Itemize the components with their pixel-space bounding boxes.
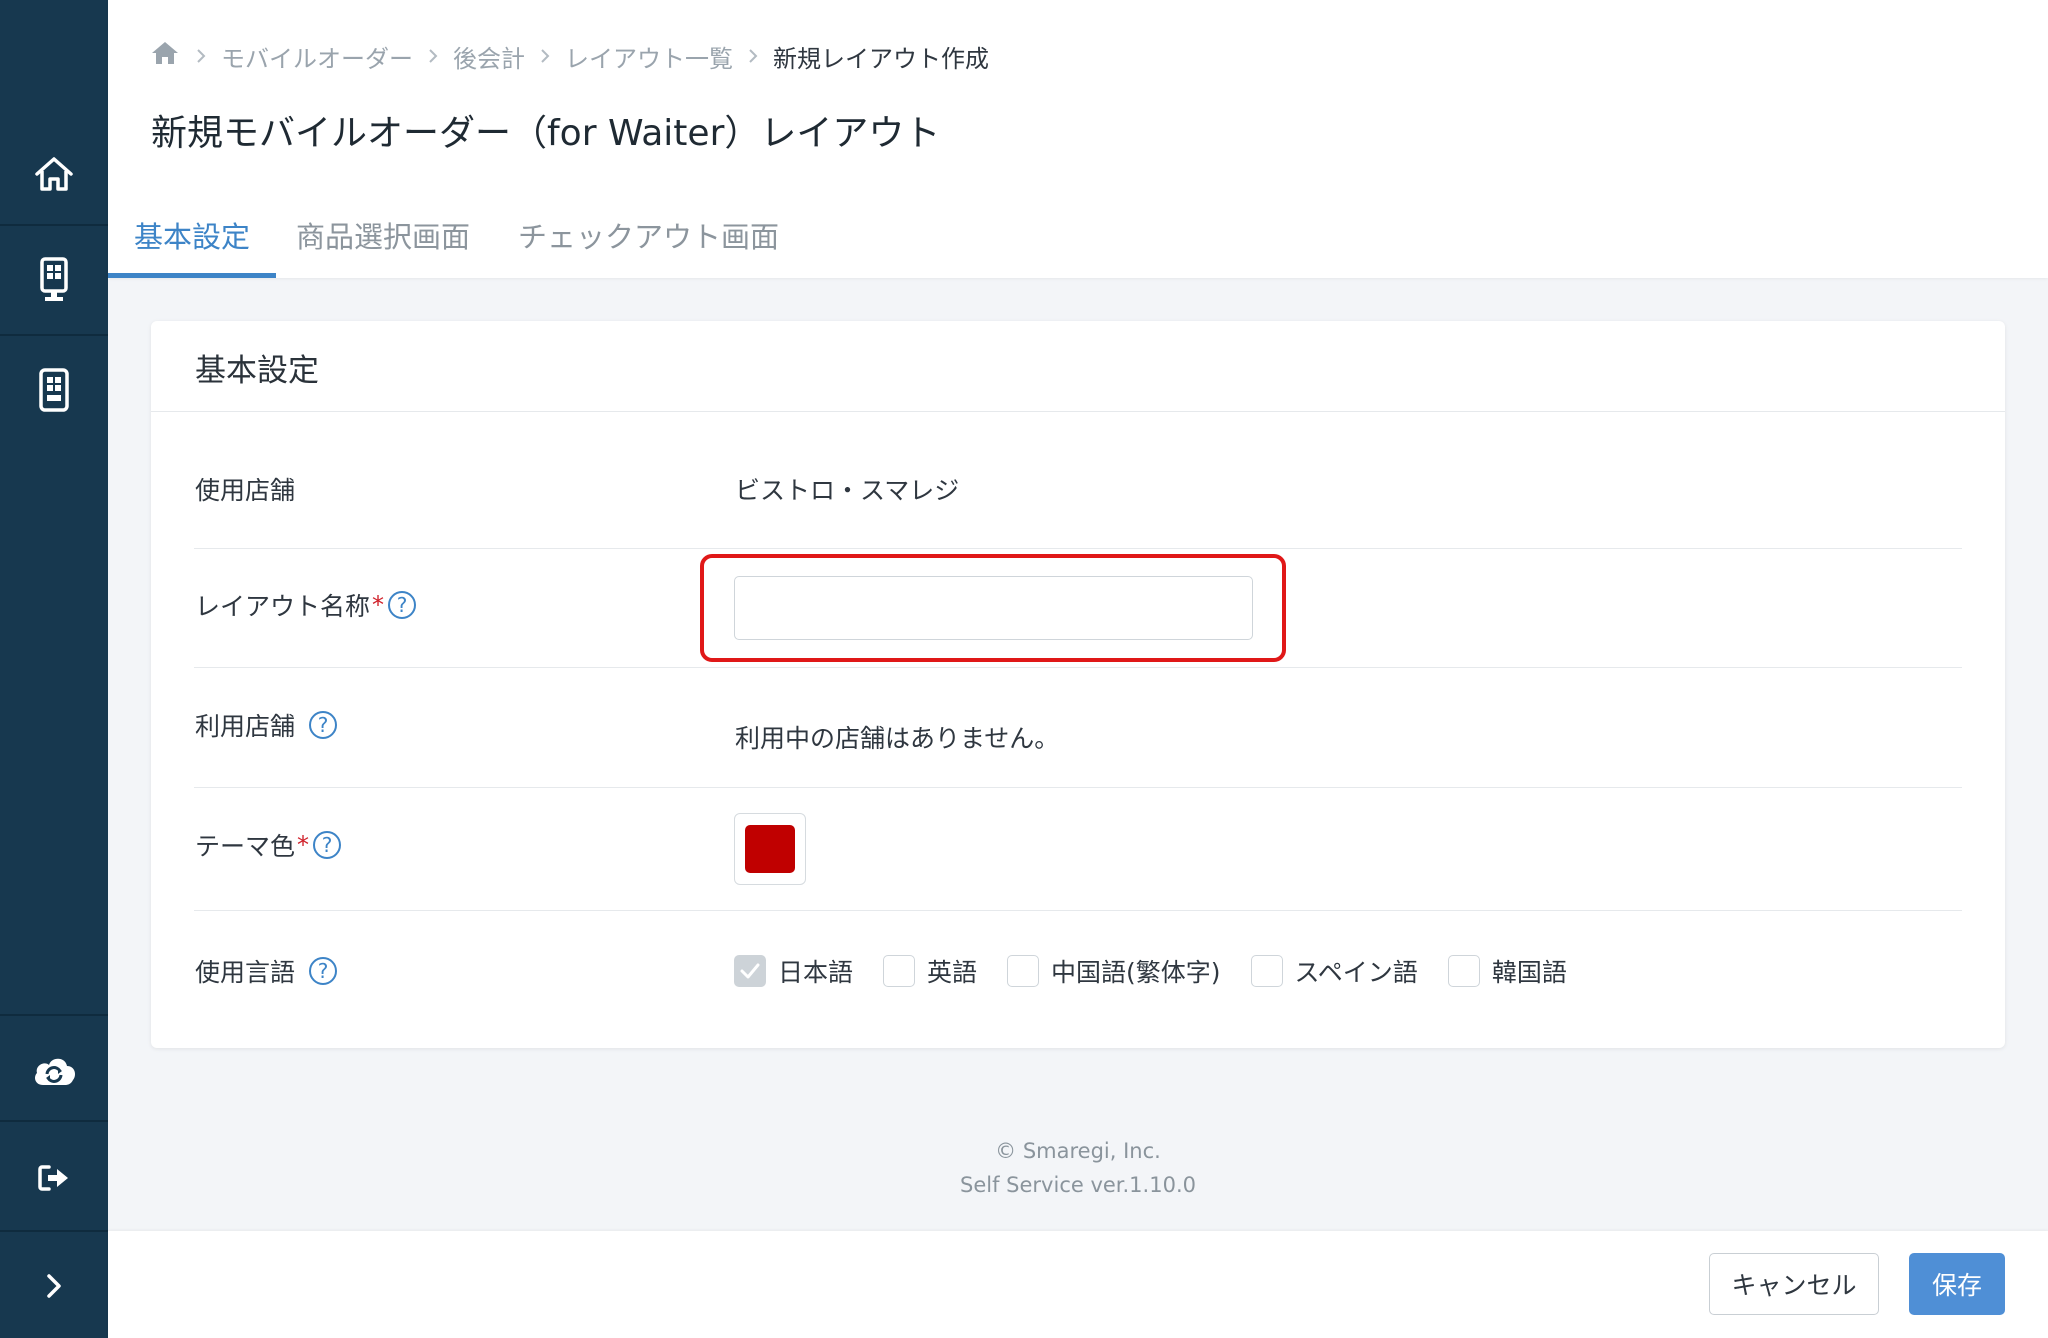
footer: © Smaregi, Inc. Self Service ver.1.10.0 [108,1134,2048,1202]
sidebar-divider [0,1230,108,1232]
card-title: 基本設定 [195,353,319,389]
sidebar [0,0,108,1338]
breadcrumb-home[interactable] [151,41,181,71]
sidebar-divider [0,1014,108,1016]
sidebar-divider [0,1120,108,1122]
nav-logout[interactable] [0,1126,108,1230]
checkbox-japanese[interactable] [734,955,766,987]
required-mark: * [297,831,310,859]
tab-bar: 基本設定 商品選択画面 チェックアウト画面 [108,200,805,278]
layout-name-label: レイアウト名称 * ? [195,587,417,623]
page-title: 新規モバイルオーダー（for Waiter）レイアウト [151,113,941,154]
breadcrumb-after-payment[interactable]: 後会計 [453,39,525,74]
divider [194,667,1962,668]
layout-name-input[interactable] [734,576,1253,640]
chevron-right-icon [195,47,207,65]
language-label: 英語 [927,958,978,987]
checkbox-korean[interactable] [1447,955,1480,987]
language-option-korean[interactable]: 韓国語 [1447,953,1567,989]
used-stores-label: 利用店舗 ? [195,707,338,743]
language-option-chinese-traditional[interactable]: 中国語(繁体字) [1007,953,1221,989]
page-header: モバイルオーダー 後会計 レイアウト一覧 新規レイアウト作成 新規モバイルオーダ… [108,0,2048,278]
breadcrumb-mobile-order[interactable]: モバイルオーダー [221,39,413,74]
chevron-right-icon [427,47,439,65]
sidebar-divider [0,334,108,336]
chevron-right-icon [747,47,759,65]
used-stores-value: 利用中の店舗はありません。 [735,724,1060,753]
copyright-text: © Smaregi, Inc. [995,1139,1161,1163]
store-label: 使用店舗 [195,471,295,507]
action-bar: キャンセル 保存 [108,1231,2048,1338]
nav-kiosk[interactable] [0,228,108,332]
help-icon[interactable]: ? [388,591,417,619]
theme-color-label-text: テーマ色 [195,832,296,861]
languages-label-text: 使用言語 [195,958,296,987]
divider [151,411,2005,412]
divider [194,787,1962,788]
cloud-sync-icon [31,1053,77,1087]
store-label-text: 使用店舗 [195,476,296,505]
kiosk-icon [39,257,69,303]
language-options: 日本語 英語 中国語(繁体字) スペイン語 韓国語 [734,954,1597,988]
layout-name-label-text: レイアウト名称 [195,592,371,621]
home-icon [151,40,179,72]
help-icon[interactable]: ? [309,711,338,739]
version-text: Self Service ver.1.10.0 [960,1173,1196,1197]
theme-color-picker[interactable] [734,813,806,885]
basic-settings-card: 基本設定 使用店舗 ビストロ・スマレジ レイアウト名称 * ? 利用店舗 ? 利… [151,321,2005,1048]
tab-basic-settings[interactable]: 基本設定 [108,200,277,278]
language-label: 中国語(繁体字) [1051,958,1221,987]
breadcrumb-layout-list[interactable]: レイアウト一覧 [565,39,733,74]
tab-product-selection[interactable]: 商品選択画面 [276,200,494,278]
sidebar-expand-button[interactable] [0,1234,108,1338]
nav-sync[interactable] [0,1018,108,1122]
language-option-spanish[interactable]: スペイン語 [1250,953,1418,989]
used-stores-label-text: 利用店舗 [195,712,296,741]
checkbox-spanish[interactable] [1250,955,1283,987]
language-label: 日本語 [778,958,854,987]
help-icon[interactable]: ? [313,831,342,859]
save-button[interactable]: 保存 [1909,1253,2005,1315]
tablet-icon [38,367,70,413]
tab-checkout[interactable]: チェックアウト画面 [494,200,805,278]
divider [194,910,1962,911]
nav-tablet[interactable] [0,338,108,442]
cancel-button[interactable]: キャンセル [1709,1253,1879,1315]
divider [194,548,1962,549]
language-label: スペイン語 [1294,958,1418,987]
breadcrumb: モバイルオーダー 後会計 レイアウト一覧 新規レイアウト作成 [151,38,989,74]
checkbox-english[interactable] [883,955,916,987]
sidebar-divider [0,224,108,226]
language-option-english[interactable]: 英語 [883,953,977,989]
chevron-right-icon [539,47,551,65]
theme-color-label: テーマ色 * ? [195,827,342,863]
languages-label: 使用言語 ? [195,953,338,989]
help-icon[interactable]: ? [309,957,338,985]
logout-icon [37,1163,71,1193]
breadcrumb-current: 新規レイアウト作成 [773,44,989,73]
nav-home[interactable] [0,122,108,226]
theme-color-swatch [745,825,795,873]
store-value: ビストロ・スマレジ [735,476,960,505]
required-mark: * [372,591,385,619]
language-option-japanese[interactable]: 日本語 [734,953,853,989]
chevron-right-icon [45,1273,63,1299]
language-label: 韓国語 [1491,958,1567,987]
checkbox-chinese-traditional[interactable] [1007,955,1040,987]
home-icon [33,155,75,193]
